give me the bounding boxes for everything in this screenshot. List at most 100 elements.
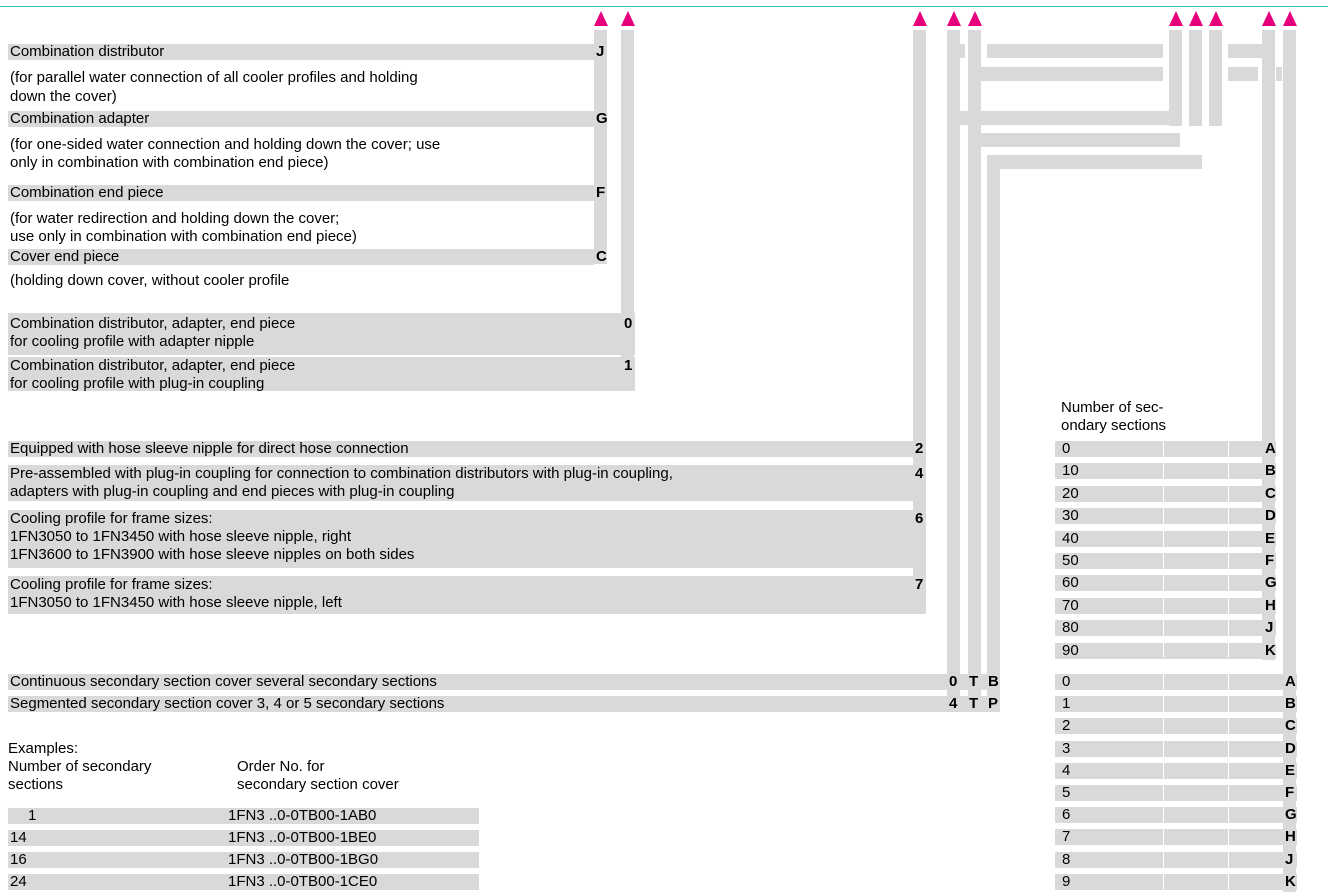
code-digit: 7	[915, 576, 924, 593]
connector	[947, 111, 1169, 125]
table-row	[1055, 575, 1276, 592]
row-code: E	[1285, 761, 1296, 779]
example-order-number: 1FN3 ..0-0TB00-1BE0	[228, 829, 377, 846]
connector	[987, 44, 1163, 58]
code-letter: G	[596, 110, 608, 127]
distributor-desc: only in combination with combination end…	[10, 154, 329, 171]
row-value: 20	[1062, 484, 1079, 502]
row-code: B	[1285, 695, 1296, 713]
row-value: 0	[1062, 440, 1071, 457]
code-char: T	[969, 695, 979, 712]
code-digit: 1	[624, 357, 633, 374]
order-code-diagram: { "distributor_section": [ {"label": "Co…	[0, 0, 1328, 892]
code-digit: 6	[915, 510, 924, 527]
top-rule	[0, 6, 1328, 7]
row-code: A	[1265, 440, 1276, 457]
code-char: 4	[949, 695, 958, 712]
position-arrow-icon	[1283, 11, 1297, 26]
table-row	[1055, 463, 1276, 480]
distributor-label: Combination distributor	[10, 43, 165, 60]
position-arrow-icon	[947, 11, 961, 26]
cover-label: Continuous secondary section cover sever…	[10, 673, 437, 690]
table-row	[1055, 807, 1297, 824]
profile-line: adapters with plug-in coupling and end p…	[10, 483, 455, 500]
table-row	[1055, 740, 1297, 757]
row-code: G	[1265, 574, 1277, 592]
position-column-5	[968, 30, 981, 702]
position-arrow-icon	[1262, 11, 1276, 26]
table-row	[1055, 829, 1297, 846]
row-value: 40	[1062, 529, 1079, 547]
table-divider	[1163, 674, 1164, 892]
distributor-label: Combination end piece	[10, 184, 164, 201]
row-code: F	[1285, 784, 1295, 801]
row-code: D	[1285, 739, 1296, 757]
table-row	[1055, 553, 1276, 569]
code-letter: F	[596, 184, 606, 201]
profile-line: Pre-assembled with plug-in coupling for …	[10, 465, 673, 482]
connector	[1228, 67, 1258, 81]
tens-header: Number of sec-	[1061, 399, 1164, 416]
example-count: 24	[10, 873, 27, 890]
distributor-desc: (holding down cover, without cooler prof…	[10, 272, 290, 289]
profile-line: Cooling profile for frame sizes:	[10, 576, 213, 593]
example-count: 1	[28, 807, 37, 824]
table-row	[1055, 620, 1276, 637]
row-code: C	[1265, 484, 1276, 502]
example-order-number: 1FN3 ..0-0TB00-1CE0	[228, 873, 378, 890]
examples-title: Examples:	[8, 740, 79, 757]
position-arrow-icon	[1189, 11, 1203, 26]
row-value: 60	[1062, 574, 1079, 592]
row-code: B	[1265, 462, 1276, 480]
table-row	[1055, 642, 1276, 659]
code-char: B	[988, 673, 999, 690]
table-row	[1055, 851, 1297, 868]
connector	[947, 44, 965, 58]
profile-line: 1FN3050 to 1FN3450 with hose sleeve nipp…	[10, 528, 352, 545]
table-row	[1055, 597, 1276, 614]
distributor-desc: use only in combination with combination…	[10, 228, 357, 245]
table-row	[1055, 762, 1297, 779]
distributor-desc: (for water redirection and holding down …	[10, 210, 340, 227]
code-letter: C	[596, 248, 607, 265]
position-column-6	[987, 155, 1000, 702]
row-code: G	[1285, 806, 1297, 824]
row-code: H	[1265, 596, 1276, 614]
table-row	[1055, 530, 1276, 547]
row-value: 10	[1062, 462, 1079, 480]
examples-col1-header: Number of secondary	[8, 758, 152, 775]
position-arrow-icon	[621, 11, 635, 26]
connector	[1276, 67, 1282, 81]
position-arrow-icon	[594, 11, 608, 26]
connector	[968, 67, 1163, 81]
position-arrow-icon	[1169, 11, 1183, 26]
examples-col2-header: Order No. for	[237, 758, 325, 775]
coupling-line: Combination distributor, adapter, end pi…	[10, 357, 296, 374]
code-letter: J	[596, 43, 605, 60]
position-column-8	[1189, 30, 1202, 126]
distributor-desc: (for parallel water connection of all co…	[10, 69, 418, 86]
profile-line: 1FN3600 to 1FN3900 with hose sleeve nipp…	[10, 546, 415, 563]
cover-label: Segmented secondary section cover 3, 4 o…	[10, 695, 445, 712]
code-digit: 0	[624, 315, 633, 332]
row-code: A	[1285, 673, 1296, 690]
example-count: 14	[10, 829, 27, 846]
position-arrow-icon	[913, 11, 927, 26]
coupling-line: for cooling profile with adapter nipple	[10, 333, 255, 350]
table-row	[1055, 674, 1297, 690]
row-value: 50	[1062, 552, 1079, 569]
code-digit: 2	[915, 440, 924, 457]
position-column-7	[1169, 30, 1182, 126]
connector	[1228, 44, 1262, 58]
code-char: P	[988, 695, 999, 712]
table-row	[1055, 696, 1297, 713]
distributor-label: Cover end piece	[10, 248, 120, 265]
row-value: 3	[1062, 739, 1071, 757]
example-count: 16	[10, 851, 27, 868]
example-order-number: 1FN3 ..0-0TB00-1BG0	[228, 851, 379, 868]
row-value: 80	[1062, 619, 1079, 637]
table-row	[1055, 873, 1297, 890]
position-column-1	[594, 30, 607, 264]
row-code: F	[1265, 552, 1275, 569]
row-value: 5	[1062, 784, 1071, 801]
